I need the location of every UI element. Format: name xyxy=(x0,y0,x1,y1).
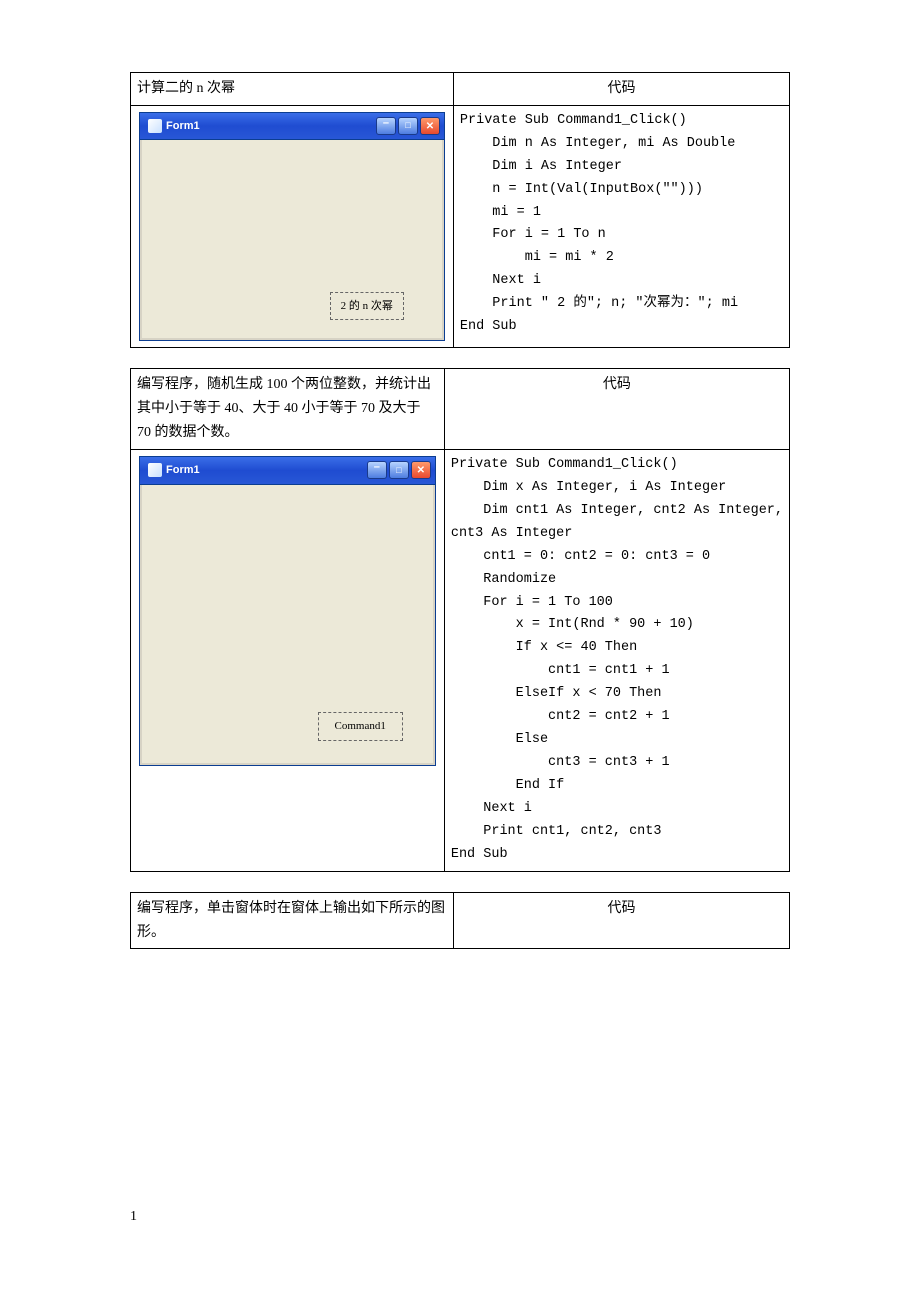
form-icon xyxy=(148,119,162,133)
minimize-button[interactable] xyxy=(367,461,387,479)
vb-form-window: Form1 Command1 xyxy=(139,456,436,766)
maximize-button[interactable] xyxy=(398,117,418,135)
form-title: Form1 xyxy=(166,117,200,136)
description-cell: 编写程序，随机生成 100 个两位整数，并统计出其中小于等于 40、大于 40 … xyxy=(131,369,445,449)
titlebar[interactable]: Form1 xyxy=(140,113,444,141)
form-icon xyxy=(148,463,162,477)
description-cell: 编写程序，单击窗体时在窗体上输出如下所示的图形。 xyxy=(131,892,454,949)
form-title: Form1 xyxy=(166,461,200,480)
code-header-cell: 代码 xyxy=(444,369,789,449)
form-client-area: 2 的 n 次幂 xyxy=(140,140,444,340)
code-header-cell: 代码 xyxy=(453,892,789,949)
example-table-3: 编写程序，单击窗体时在窗体上输出如下所示的图形。 代码 xyxy=(130,892,790,950)
page-number: 1 xyxy=(130,1209,790,1225)
code-header-cell: 代码 xyxy=(453,73,789,106)
minimize-button[interactable] xyxy=(376,117,396,135)
maximize-button[interactable] xyxy=(389,461,409,479)
code-cell: Private Sub Command1_Click() Dim x As In… xyxy=(444,449,789,871)
command-button[interactable]: 2 的 n 次幂 xyxy=(330,292,404,321)
window-buttons xyxy=(376,117,440,135)
close-button[interactable] xyxy=(420,117,440,135)
window-buttons xyxy=(367,461,431,479)
command-button[interactable]: Command1 xyxy=(318,712,403,741)
example-table-1: 计算二的 n 次幂 代码 Form1 2 的 n 次幂 xyxy=(130,72,790,348)
vb-form-window: Form1 2 的 n 次幂 xyxy=(139,112,445,342)
titlebar[interactable]: Form1 xyxy=(140,457,435,485)
code-cell: Private Sub Command1_Click() Dim n As In… xyxy=(453,105,789,348)
form-client-area: Command1 xyxy=(140,485,435,765)
close-button[interactable] xyxy=(411,461,431,479)
description-cell: 计算二的 n 次幂 xyxy=(131,73,454,106)
example-table-2: 编写程序，随机生成 100 个两位整数，并统计出其中小于等于 40、大于 40 … xyxy=(130,368,790,871)
form-screenshot-cell: Form1 Command1 xyxy=(131,449,445,871)
form-screenshot-cell: Form1 2 的 n 次幂 xyxy=(131,105,454,348)
